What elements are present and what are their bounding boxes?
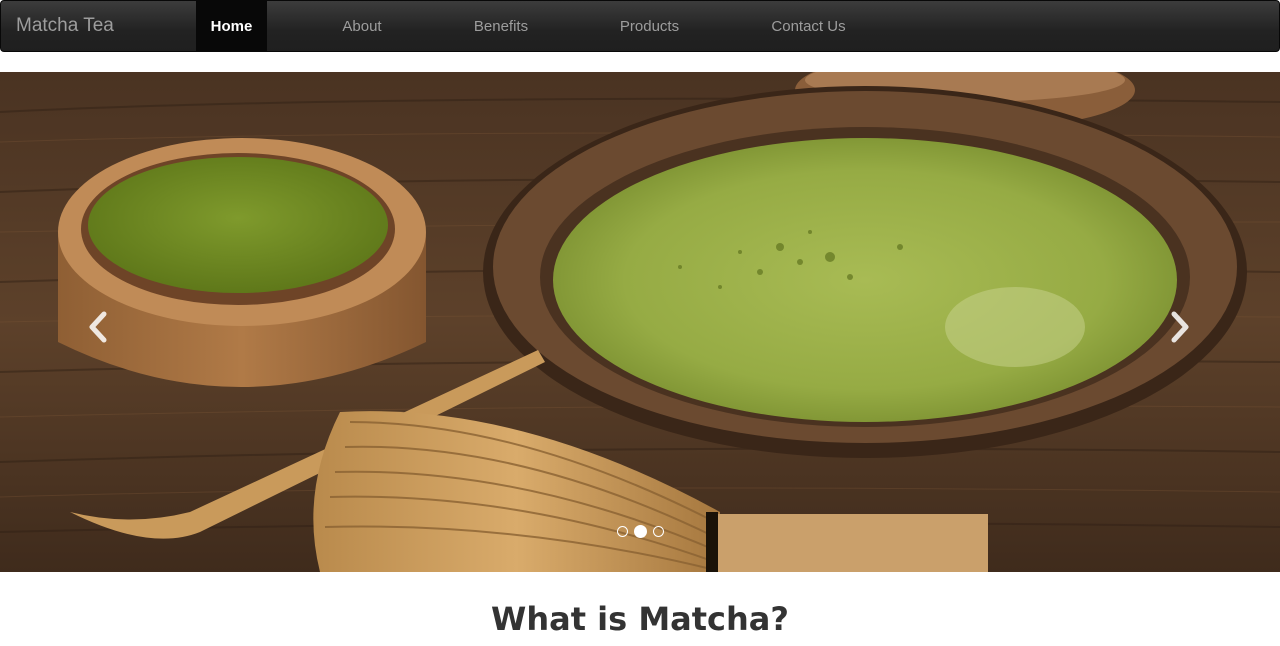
nav-item-about[interactable]: About [267,1,457,51]
chevron-left-icon [89,311,107,343]
carousel-prev-button[interactable] [78,297,118,357]
nav-item-benefits[interactable]: Benefits [457,1,545,51]
nav-item-contact-us[interactable]: Contact Us [754,1,863,51]
carousel-indicator-2[interactable] [634,525,647,538]
carousel-next-button[interactable] [1160,297,1200,357]
nav-item-products[interactable]: Products [545,1,754,51]
section-heading: What is Matcha? [491,600,789,638]
hero-carousel [0,72,1280,572]
nav-item-home[interactable]: Home [196,1,267,51]
carousel-indicator-1[interactable] [617,526,628,537]
navbar: Matcha Tea Home About Benefits Products … [0,0,1280,52]
brand-logo[interactable]: Matcha Tea [1,1,196,51]
carousel-indicators [617,525,664,538]
carousel-slide-image [0,72,1280,572]
carousel-indicator-3[interactable] [653,526,664,537]
chevron-right-icon [1171,311,1189,343]
